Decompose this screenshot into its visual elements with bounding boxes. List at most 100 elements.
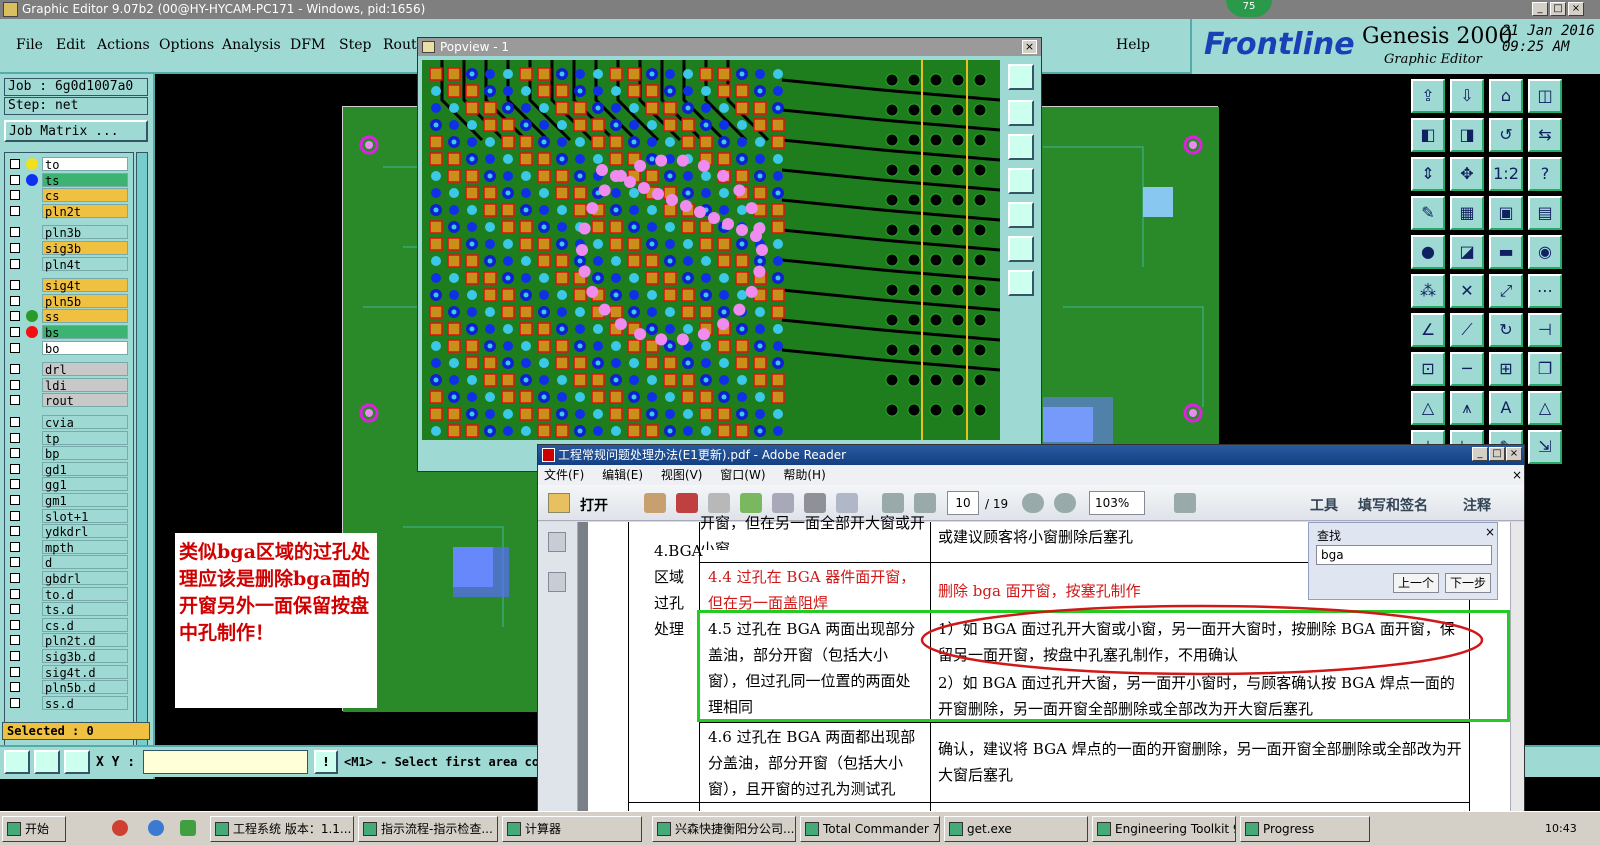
adobe-maximize-button[interactable]: □	[1489, 447, 1505, 461]
layer-checkbox[interactable]	[10, 604, 20, 615]
layer-name[interactable]: ss	[42, 309, 128, 324]
layer-checkbox[interactable]	[10, 379, 20, 390]
start-button[interactable]: 开始	[2, 816, 66, 842]
grid-icon[interactable]	[64, 750, 90, 774]
find-prev-button[interactable]: 上一个	[1393, 573, 1439, 593]
popview-close-button[interactable]: ×	[1022, 40, 1037, 54]
layer-row-ts-d[interactable]: ts.d	[8, 602, 132, 617]
layer-row-pln2t[interactable]: pln2t	[8, 203, 132, 219]
adobe-menu-edit[interactable]: 编辑(E)	[602, 468, 643, 482]
layer-name[interactable]: rout	[42, 393, 128, 408]
menu-options[interactable]: Options	[159, 37, 214, 53]
layer-name[interactable]: ts	[42, 172, 128, 188]
layer-checkbox[interactable]	[10, 311, 20, 322]
popview-up-icon[interactable]	[1008, 100, 1034, 126]
tool-move-up-icon[interactable]: ⇪	[1411, 79, 1445, 113]
chrome-icon[interactable]	[112, 820, 128, 836]
find-close-icon[interactable]: ×	[1485, 525, 1495, 539]
tool-redo-icon[interactable]: ↻	[1489, 313, 1523, 347]
tool-horizontal-icon[interactable]: ─	[1450, 352, 1484, 386]
layer-row-pln5b[interactable]: pln5b	[8, 293, 132, 309]
layer-row-sig3b-d[interactable]: sig3b.d	[8, 649, 132, 664]
layer-row-ts[interactable]: ts	[8, 172, 132, 188]
tool-home-icon[interactable]: ⌂	[1489, 79, 1523, 113]
layer-name[interactable]: ldi	[42, 377, 128, 393]
tool-outline-icon[interactable]: △	[1528, 391, 1562, 425]
layer-name[interactable]: gbdrl	[42, 571, 128, 586]
layer-checkbox[interactable]	[10, 463, 20, 474]
adobe-menu-file[interactable]: 文件(F)	[544, 468, 584, 482]
menu-dfm[interactable]: DFM	[290, 37, 325, 53]
layer-checkbox[interactable]	[10, 174, 20, 185]
layer-checkbox[interactable]	[10, 432, 20, 443]
menu-help[interactable]: Help	[1116, 37, 1150, 53]
menu-actions[interactable]: Actions	[97, 37, 150, 53]
popview-center-icon[interactable]	[1008, 270, 1034, 296]
tool-corner-arrow-icon[interactable]: ⇲	[1528, 430, 1562, 464]
layer-checkbox[interactable]	[10, 342, 20, 353]
layer-row-to-d[interactable]: to.d	[8, 586, 132, 602]
layer-row-ydkdrl[interactable]: ydkdrl	[8, 524, 132, 539]
tool-box-icon[interactable]: ⊡	[1411, 352, 1445, 386]
adobe-close-button[interactable]: ×	[1506, 447, 1522, 461]
layer-row-cs[interactable]: cs	[8, 188, 132, 203]
task-engineering-toolkit[interactable]: Engineering Toolkit 9.0...	[1092, 816, 1236, 842]
layer-name[interactable]: ydkdrl	[42, 524, 128, 539]
layer-checkbox[interactable]	[10, 395, 20, 406]
tool-net-icon[interactable]: ⁂	[1411, 274, 1445, 308]
layer-checkbox[interactable]	[10, 280, 20, 291]
layer-row-bp[interactable]: bp	[8, 446, 132, 461]
layer-row-pln4t[interactable]: pln4t	[8, 256, 132, 272]
ie-icon[interactable]	[148, 820, 164, 836]
layer-name[interactable]: to.d	[42, 586, 128, 602]
task-company[interactable]: 兴森快捷衡阳分公司...	[652, 816, 796, 842]
popview-zoom-icon[interactable]	[1008, 64, 1034, 90]
task-calculator[interactable]: 计算器	[502, 816, 642, 842]
layer-row-rout[interactable]: rout	[8, 393, 132, 408]
task-progress[interactable]: Progress	[1240, 816, 1370, 842]
layer-name[interactable]: sig3b.d	[42, 649, 128, 664]
tool-copy-icon[interactable]: ❐	[1528, 352, 1562, 386]
tool-edit-icon[interactable]: ✎	[1411, 196, 1445, 230]
tool-cross-icon[interactable]: ✕	[1450, 274, 1484, 308]
layer-row-pln5b-d[interactable]: pln5b.d	[8, 680, 132, 695]
layer-name[interactable]: cs.d	[42, 617, 128, 633]
layer-name[interactable]: bs	[42, 325, 128, 340]
find-input[interactable]: bga	[1316, 545, 1492, 565]
layer-checkbox[interactable]	[10, 557, 20, 568]
layer-checkbox[interactable]	[10, 666, 20, 677]
layer-list-scrollbar[interactable]	[136, 152, 148, 767]
pdf-scrollbar[interactable]	[1510, 522, 1524, 812]
tool-text-icon[interactable]: A	[1489, 391, 1523, 425]
layer-row-slot-1[interactable]: slot+1	[8, 508, 132, 524]
layer-checkbox[interactable]	[10, 479, 20, 490]
tool-rotate-icon[interactable]: ↺	[1489, 118, 1523, 152]
layer-row-mpth[interactable]: mpth	[8, 539, 132, 555]
layer-name[interactable]: sig3b	[42, 241, 128, 256]
popview-fit-icon[interactable]	[1008, 236, 1034, 262]
task-instruction-flow[interactable]: 指示流程-指示检查...	[358, 816, 498, 842]
layer-checkbox[interactable]	[10, 635, 20, 646]
job-matrix-button[interactable]: Job Matrix ...	[4, 120, 148, 142]
tool-move-down-icon[interactable]: ⇩	[1450, 79, 1484, 113]
layer-row-sig4t-d[interactable]: sig4t.d	[8, 664, 132, 680]
tool-resize-icon[interactable]: ⤢	[1489, 274, 1523, 308]
tool-circle-icon[interactable]: ◉	[1528, 235, 1562, 269]
layer-checkbox[interactable]	[10, 243, 20, 253]
layer-checkbox[interactable]	[10, 682, 20, 693]
layer-checkbox[interactable]	[10, 573, 20, 583]
layer-checkbox[interactable]	[10, 697, 20, 708]
convert-icon[interactable]	[676, 493, 698, 513]
tool-left-icon[interactable]: ◧	[1411, 118, 1445, 152]
layer-checkbox[interactable]	[10, 619, 20, 630]
layer-row-cs-d[interactable]: cs.d	[8, 617, 132, 633]
layer-row-cvia[interactable]: cvia	[8, 415, 132, 430]
layer-name[interactable]: pln2t	[42, 203, 128, 219]
fill-sign-tab[interactable]: 填写和签名	[1358, 495, 1428, 515]
adobe-minimize-button[interactable]: _	[1472, 447, 1488, 461]
adobe-menu-window[interactable]: 窗口(W)	[720, 468, 765, 482]
layer-name[interactable]: pln3b	[42, 225, 128, 240]
tool-layers-icon[interactable]: ▤	[1528, 196, 1562, 230]
layer-name[interactable]: pln5b.d	[42, 680, 128, 695]
layer-name[interactable]: cvia	[42, 415, 128, 430]
